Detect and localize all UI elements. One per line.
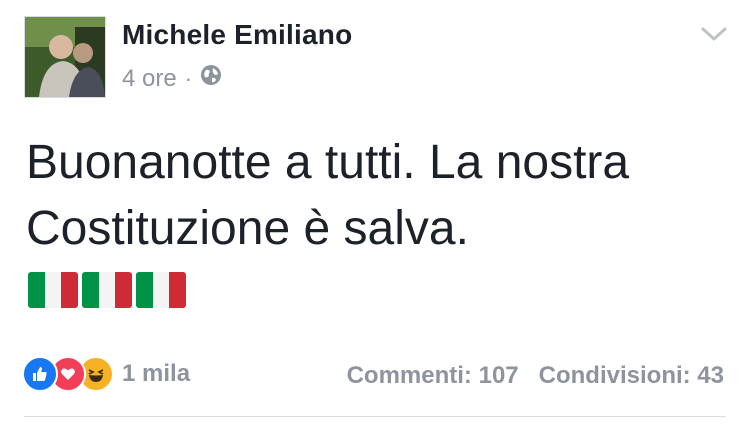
post-text: Buonanotte a tutti. La nostra Costituzio… bbox=[26, 136, 630, 255]
author-name[interactable]: Michele Emiliano bbox=[122, 19, 352, 51]
flag-emojis bbox=[28, 272, 186, 308]
like-icon bbox=[22, 356, 58, 392]
shares-count[interactable]: Condivisioni: 43 bbox=[539, 362, 724, 390]
reactions-summary[interactable]: 1 mila bbox=[22, 356, 190, 392]
reaction-count[interactable]: 1 mila bbox=[122, 360, 190, 388]
italy-flag-emoji bbox=[136, 272, 186, 308]
chevron-down-icon[interactable] bbox=[700, 24, 728, 49]
meta-separator: · bbox=[184, 65, 193, 91]
post-stats: Commenti: 107 Condivisioni: 43 bbox=[347, 362, 724, 390]
comments-count[interactable]: Commenti: 107 bbox=[347, 362, 519, 390]
reaction-icons bbox=[22, 356, 114, 392]
italy-flag-emoji bbox=[82, 272, 132, 308]
footer-divider bbox=[24, 416, 726, 417]
italy-flag-emoji bbox=[28, 272, 78, 308]
globe-icon bbox=[200, 64, 222, 93]
author-avatar[interactable] bbox=[24, 16, 106, 98]
post-meta: 4 ore · bbox=[122, 64, 222, 93]
post-timestamp[interactable]: 4 ore bbox=[122, 65, 177, 93]
